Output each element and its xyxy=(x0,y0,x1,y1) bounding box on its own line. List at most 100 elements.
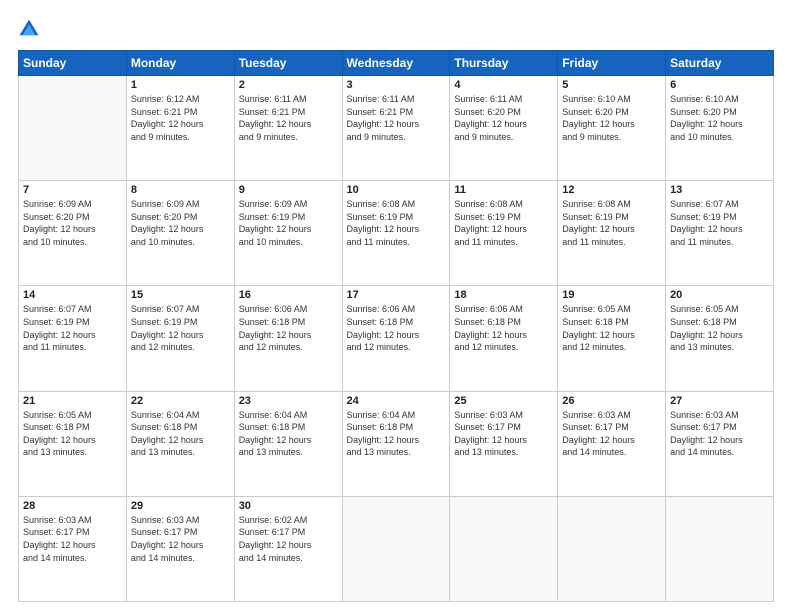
day-number: 28 xyxy=(23,500,122,512)
calendar-cell: 29 Sunrise: 6:03 AMSunset: 6:17 PMDayligh… xyxy=(126,496,234,601)
day-number: 14 xyxy=(23,289,122,301)
calendar-week-1: 1 Sunrise: 6:12 AMSunset: 6:21 PMDaylight… xyxy=(19,76,774,181)
day-number: 11 xyxy=(454,184,553,196)
calendar-cell: 4Sunrise: 6:11 AMSunset: 6:20 PMDaylight… xyxy=(450,76,558,181)
header xyxy=(18,18,774,40)
day-info: Sunrise: 6:09 AMSunset: 6:19 PMDaylight:… xyxy=(239,198,338,248)
page: SundayMondayTuesdayWednesdayThursdayFrid… xyxy=(0,0,792,612)
day-number: 18 xyxy=(454,289,553,301)
calendar-cell: 18 Sunrise: 6:06 AMSunset: 6:18 PMDayligh… xyxy=(450,286,558,391)
day-info: Sunrise: 6:11 AMSunset: 6:21 PMDaylight:… xyxy=(239,93,338,143)
day-info: Sunrise: 6:03 AMSunset: 6:17 PMDaylight:… xyxy=(670,409,769,459)
day-number: 22 xyxy=(131,395,230,407)
day-info: Sunrise: 6:11 AMSunset: 6:21 PMDaylight:… xyxy=(347,93,446,143)
day-info: Sunrise: 6:06 AMSunset: 6:18 PMDaylight:… xyxy=(454,303,553,353)
calendar-cell xyxy=(19,76,127,181)
day-number: 24 xyxy=(347,395,446,407)
day-number: 4 xyxy=(454,79,553,91)
day-info: Sunrise: 6:08 AMSunset: 6:19 PMDaylight:… xyxy=(562,198,661,248)
logo-icon xyxy=(18,18,40,40)
calendar-cell: 25Sunrise: 6:03 AMSunset: 6:17 PMDayligh… xyxy=(450,391,558,496)
calendar-cell: 30 Sunrise: 6:02 AMSunset: 6:17 PMDayligh… xyxy=(234,496,342,601)
col-header-friday: Friday xyxy=(558,51,666,76)
day-number: 19 xyxy=(562,289,661,301)
calendar-cell: 23Sunrise: 6:04 AMSunset: 6:18 PMDayligh… xyxy=(234,391,342,496)
day-number: 26 xyxy=(562,395,661,407)
day-number: 6 xyxy=(670,79,769,91)
day-number: 1 xyxy=(131,79,230,91)
day-number: 5 xyxy=(562,79,661,91)
day-number: 17 xyxy=(347,289,446,301)
day-info: Sunrise: 6:10 AMSunset: 6:20 PMDaylight:… xyxy=(562,93,661,143)
calendar-cell: 12 Sunrise: 6:08 AMSunset: 6:19 PMDayligh… xyxy=(558,181,666,286)
col-header-tuesday: Tuesday xyxy=(234,51,342,76)
col-header-saturday: Saturday xyxy=(666,51,774,76)
day-info: Sunrise: 6:07 AMSunset: 6:19 PMDaylight:… xyxy=(670,198,769,248)
day-info: Sunrise: 6:07 AMSunset: 6:19 PMDaylight:… xyxy=(23,303,122,353)
calendar-cell: 28 Sunrise: 6:03 AMSunset: 6:17 PMDayligh… xyxy=(19,496,127,601)
calendar-week-3: 14 Sunrise: 6:07 AMSunset: 6:19 PMDayligh… xyxy=(19,286,774,391)
day-number: 9 xyxy=(239,184,338,196)
day-number: 3 xyxy=(347,79,446,91)
calendar-header: SundayMondayTuesdayWednesdayThursdayFrid… xyxy=(19,51,774,76)
calendar-cell: 20 Sunrise: 6:05 AMSunset: 6:18 PMDayligh… xyxy=(666,286,774,391)
calendar-cell: 2 Sunrise: 6:11 AMSunset: 6:21 PMDaylight… xyxy=(234,76,342,181)
day-info: Sunrise: 6:03 AMSunset: 6:17 PMDaylight:… xyxy=(23,514,122,564)
day-number: 27 xyxy=(670,395,769,407)
day-info: Sunrise: 6:08 AMSunset: 6:19 PMDaylight:… xyxy=(454,198,553,248)
day-number: 2 xyxy=(239,79,338,91)
calendar-body: 1 Sunrise: 6:12 AMSunset: 6:21 PMDaylight… xyxy=(19,76,774,602)
day-info: Sunrise: 6:04 AMSunset: 6:18 PMDaylight:… xyxy=(347,409,446,459)
day-number: 12 xyxy=(562,184,661,196)
calendar-cell: 26 Sunrise: 6:03 AMSunset: 6:17 PMDayligh… xyxy=(558,391,666,496)
calendar-cell: 3 Sunrise: 6:11 AMSunset: 6:21 PMDaylight… xyxy=(342,76,450,181)
calendar-cell xyxy=(558,496,666,601)
day-info: Sunrise: 6:07 AMSunset: 6:19 PMDaylight:… xyxy=(131,303,230,353)
calendar-cell: 15 Sunrise: 6:07 AMSunset: 6:19 PMDayligh… xyxy=(126,286,234,391)
day-info: Sunrise: 6:03 AMSunset: 6:17 PMDaylight:… xyxy=(131,514,230,564)
day-info: Sunrise: 6:02 AMSunset: 6:17 PMDaylight:… xyxy=(239,514,338,564)
calendar-cell xyxy=(450,496,558,601)
calendar-week-5: 28 Sunrise: 6:03 AMSunset: 6:17 PMDayligh… xyxy=(19,496,774,601)
calendar-cell: 14 Sunrise: 6:07 AMSunset: 6:19 PMDayligh… xyxy=(19,286,127,391)
day-number: 30 xyxy=(239,500,338,512)
day-info: Sunrise: 6:05 AMSunset: 6:18 PMDaylight:… xyxy=(562,303,661,353)
day-number: 10 xyxy=(347,184,446,196)
calendar-cell: 24 Sunrise: 6:04 AMSunset: 6:18 PMDayligh… xyxy=(342,391,450,496)
day-info: Sunrise: 6:10 AMSunset: 6:20 PMDaylight:… xyxy=(670,93,769,143)
day-number: 20 xyxy=(670,289,769,301)
calendar-cell: 10 Sunrise: 6:08 AMSunset: 6:19 PMDayligh… xyxy=(342,181,450,286)
day-info: Sunrise: 6:12 AMSunset: 6:21 PMDaylight:… xyxy=(131,93,230,143)
col-header-sunday: Sunday xyxy=(19,51,127,76)
day-number: 16 xyxy=(239,289,338,301)
calendar-cell: 11 Sunrise: 6:08 AMSunset: 6:19 PMDayligh… xyxy=(450,181,558,286)
calendar-cell: 22 Sunrise: 6:04 AMSunset: 6:18 PMDayligh… xyxy=(126,391,234,496)
calendar-week-4: 21Sunrise: 6:05 AMSunset: 6:18 PMDayligh… xyxy=(19,391,774,496)
day-info: Sunrise: 6:08 AMSunset: 6:19 PMDaylight:… xyxy=(347,198,446,248)
logo xyxy=(18,18,44,40)
day-number: 21 xyxy=(23,395,122,407)
calendar-cell: 6 Sunrise: 6:10 AMSunset: 6:20 PMDaylight… xyxy=(666,76,774,181)
day-number: 7 xyxy=(23,184,122,196)
day-info: Sunrise: 6:04 AMSunset: 6:18 PMDaylight:… xyxy=(131,409,230,459)
col-header-thursday: Thursday xyxy=(450,51,558,76)
calendar-cell: 9 Sunrise: 6:09 AMSunset: 6:19 PMDaylight… xyxy=(234,181,342,286)
calendar-cell: 7 Sunrise: 6:09 AMSunset: 6:20 PMDaylight… xyxy=(19,181,127,286)
calendar-cell: 17Sunrise: 6:06 AMSunset: 6:18 PMDayligh… xyxy=(342,286,450,391)
calendar-cell: 16Sunrise: 6:06 AMSunset: 6:18 PMDayligh… xyxy=(234,286,342,391)
calendar-cell: 19 Sunrise: 6:05 AMSunset: 6:18 PMDayligh… xyxy=(558,286,666,391)
day-number: 13 xyxy=(670,184,769,196)
day-number: 29 xyxy=(131,500,230,512)
calendar-cell xyxy=(342,496,450,601)
day-info: Sunrise: 6:05 AMSunset: 6:18 PMDaylight:… xyxy=(670,303,769,353)
day-info: Sunrise: 6:04 AMSunset: 6:18 PMDaylight:… xyxy=(239,409,338,459)
day-info: Sunrise: 6:03 AMSunset: 6:17 PMDaylight:… xyxy=(562,409,661,459)
header-row: SundayMondayTuesdayWednesdayThursdayFrid… xyxy=(19,51,774,76)
col-header-monday: Monday xyxy=(126,51,234,76)
calendar-cell: 1 Sunrise: 6:12 AMSunset: 6:21 PMDaylight… xyxy=(126,76,234,181)
day-number: 15 xyxy=(131,289,230,301)
day-info: Sunrise: 6:09 AMSunset: 6:20 PMDaylight:… xyxy=(23,198,122,248)
col-header-wednesday: Wednesday xyxy=(342,51,450,76)
calendar-cell: 5 Sunrise: 6:10 AMSunset: 6:20 PMDaylight… xyxy=(558,76,666,181)
calendar-cell: 13 Sunrise: 6:07 AMSunset: 6:19 PMDayligh… xyxy=(666,181,774,286)
